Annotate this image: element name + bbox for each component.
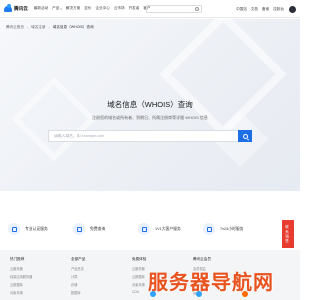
search-icon [195, 7, 199, 11]
watermark-dot [242, 291, 248, 297]
breadcrumb-home[interactable]: 腾讯云首页 [6, 25, 24, 30]
breadcrumb: 腾讯云首页 › 域名注册 › 域名信息（WHOIS）查询 [6, 25, 94, 30]
footer-column-title: 热门推荐 [10, 257, 25, 261]
nav-menu: 最新活动 产品 ▾ 解决方案 定价 企业中心 云市场 开发者 客户 [34, 6, 155, 11]
footer-link[interactable]: 云数据库 [10, 282, 65, 287]
search-icon [242, 133, 248, 139]
feature-item: 免费查询 [73, 218, 138, 240]
cloud-logo-icon [4, 3, 12, 12]
chevron-down-icon: ▾ [60, 6, 62, 11]
top-nav: 腾讯云 最新活动 产品 ▾ 解决方案 定价 企业中心 云市场 开发者 客户 中国站… [0, 0, 300, 18]
chevron-right-icon: › [48, 25, 50, 30]
feature-item: 1V1大客户服务 [138, 218, 203, 240]
feature-item: 7x24小时服务 [203, 218, 268, 240]
page-title: 域名信息（WHOIS）查询 [107, 100, 193, 109]
watermark-decor [150, 291, 288, 297]
nav-item-developers[interactable]: 开发者 [129, 6, 140, 11]
nav-item-icp[interactable]: 备案 [262, 7, 269, 12]
watermark: 服务器导航网 [148, 262, 298, 298]
footer-link[interactable]: 轻量应用服务器 [10, 274, 65, 279]
footer-column: 全部产品 产品总览 计算 存储 数据库 [71, 257, 126, 298]
nav-item-activities[interactable]: 最新活动 [34, 6, 48, 11]
nav-item-console[interactable]: 控制台 [273, 7, 284, 12]
badge-icon [8, 223, 20, 235]
nav-item-region[interactable]: 中国站 [236, 7, 247, 12]
chevron-right-icon: › [26, 25, 29, 30]
right-nav: 中国站 文档 备案 控制台 [232, 0, 296, 18]
footer-link[interactable]: 对象存储 [10, 290, 65, 295]
footer-link[interactable]: 数据库 [71, 290, 126, 295]
nav-search-input[interactable] [146, 5, 202, 13]
feature-label: 免费查询 [90, 226, 106, 231]
footer-link[interactable]: 云服务器 [10, 266, 65, 271]
footer-link[interactable]: 产品总览 [71, 266, 126, 271]
contact-sales-button[interactable]: 联系销售 [282, 220, 294, 248]
nav-label: 解决方案 [65, 6, 81, 10]
footer-link[interactable]: 存储 [71, 282, 126, 287]
feature-label: 7x24小时服务 [220, 226, 244, 231]
logo[interactable]: 腾讯云 [4, 3, 28, 12]
feature-label: 专业认证服务 [25, 226, 48, 231]
nav-label: 定价 [84, 6, 92, 10]
page-subtitle: 注册您的域名或所有者、到期日、所属注册商等详细 WHOIS 信息 [92, 115, 208, 120]
footer-column-title: 全部产品 [71, 257, 86, 261]
nav-item-products[interactable]: 产品 ▾ [52, 6, 62, 11]
feature-strip: 专业认证服务 免费查询 1V1大客户服务 7x24小时服务 [0, 218, 300, 240]
avatar[interactable] [289, 5, 296, 13]
nav-label: 产品 [52, 6, 60, 10]
nav-label: 最新活动 [33, 6, 49, 10]
footer-link[interactable]: 计算 [71, 274, 126, 279]
nav-label: 开发者 [128, 6, 140, 10]
whois-search-input[interactable] [49, 131, 238, 141]
watermark-dot [150, 291, 156, 297]
logo-text: 腾讯云 [14, 5, 28, 11]
nav-item-enterprise[interactable]: 企业中心 [95, 6, 109, 11]
nav-item-docs[interactable]: 文档 [251, 7, 258, 12]
feature-label: 1V1大客户服务 [155, 226, 181, 231]
nav-item-solutions[interactable]: 解决方案 [66, 6, 80, 11]
watermark-dot [196, 291, 202, 297]
clock-icon [203, 223, 215, 235]
nav-item-market[interactable]: 云市场 [114, 6, 125, 11]
user-icon [138, 223, 150, 235]
search-icon [73, 223, 85, 235]
nav-label: 云市场 [113, 6, 125, 10]
footer-column: 热门推荐 云服务器 轻量应用服务器 云数据库 对象存储 [10, 257, 65, 298]
nav-label: 企业中心 [95, 6, 110, 10]
hero-banner: 腾讯云首页 › 域名注册 › 域名信息（WHOIS）查询 域名信息（WHOIS）… [0, 19, 300, 191]
feature-item: 专业认证服务 [8, 218, 73, 240]
nav-item-pricing[interactable]: 定价 [84, 6, 91, 11]
breadcrumb-current: 域名信息（WHOIS）查询 [52, 25, 94, 29]
breadcrumb-domain[interactable]: 域名注册 [31, 25, 45, 30]
search-button[interactable] [238, 130, 252, 142]
whois-search-box [48, 130, 252, 142]
